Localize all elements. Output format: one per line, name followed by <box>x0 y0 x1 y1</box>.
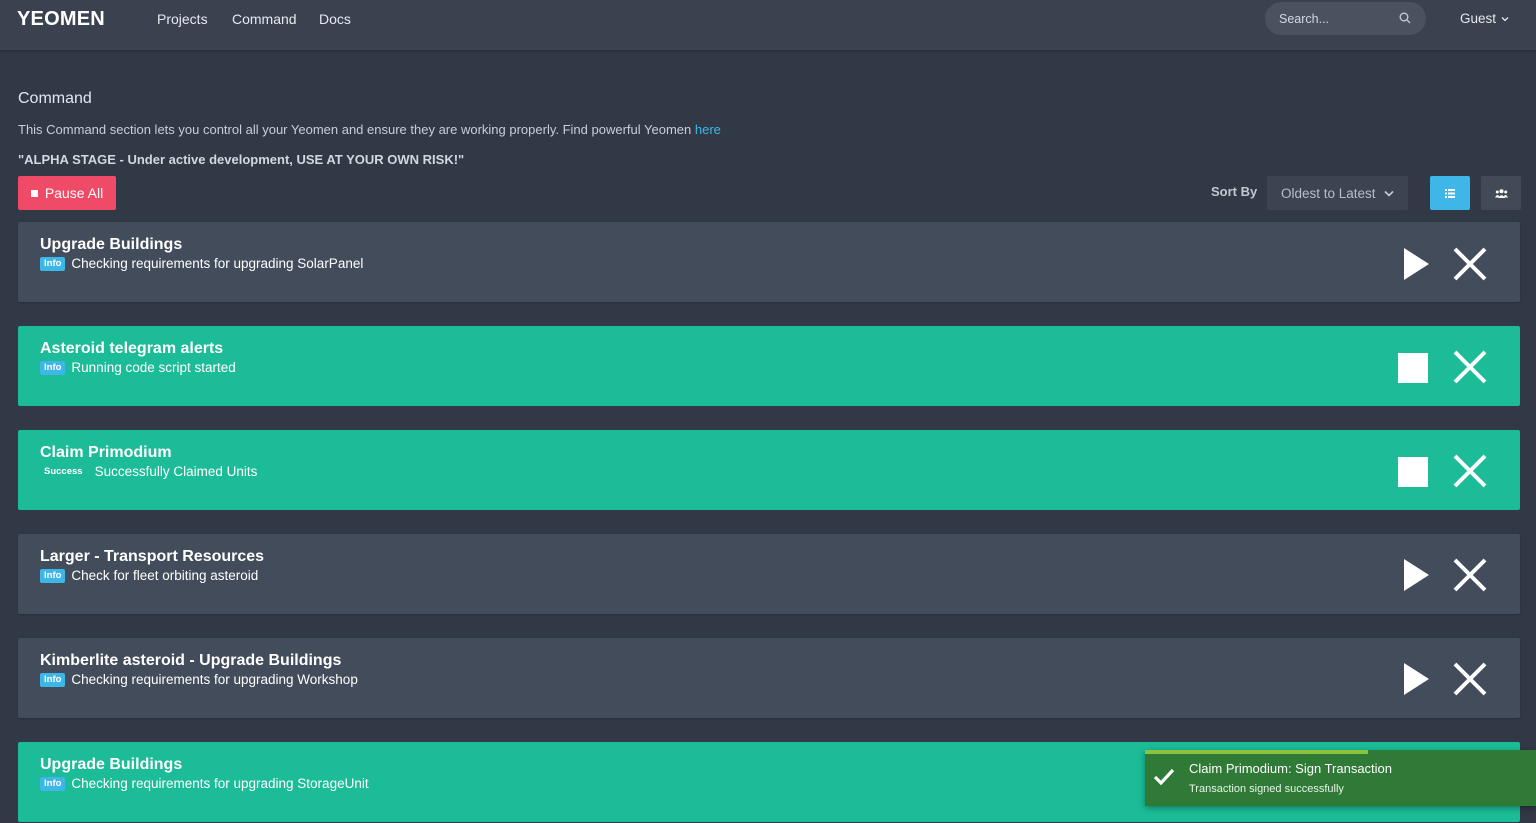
here-link[interactable]: here <box>695 122 721 137</box>
chevron-down-icon <box>1501 16 1509 21</box>
sort-by-select[interactable]: Oldest to Latest <box>1267 176 1408 210</box>
task-status: Info Checking requirements for upgrading… <box>40 256 363 271</box>
task-status: Info Checking requirements for upgrading… <box>40 672 358 687</box>
play-icon[interactable] <box>1402 558 1430 592</box>
nav-link-docs[interactable]: Docs <box>319 11 351 27</box>
task-card: Larger - Transport Resources Info Check … <box>18 534 1520 614</box>
task-card: Claim Primodium Success Successfully Cla… <box>18 430 1520 510</box>
task-name: Larger - Transport Resources <box>40 548 265 565</box>
play-icon[interactable] <box>1402 662 1430 696</box>
description-text: This Command section lets you control al… <box>18 122 695 137</box>
sort-by-label: Sort By <box>1211 184 1258 199</box>
task-name: Upgrade Buildings <box>40 236 183 253</box>
task-status: Info Running code script started <box>40 360 236 375</box>
close-icon[interactable] <box>1452 349 1488 385</box>
stop-icon[interactable] <box>1398 353 1428 383</box>
task-name: Claim Primodium <box>40 444 172 461</box>
task-message: Checking requirements for upgrading Stor… <box>71 776 369 791</box>
search-input[interactable] <box>1279 2 1399 35</box>
task-message: Successfully Claimed Units <box>94 464 258 479</box>
task-message: Running code script started <box>71 360 236 375</box>
task-message: Checking requirements for upgrading Work… <box>71 672 358 687</box>
task-name: Asteroid telegram alerts <box>40 340 224 357</box>
status-badge: Info <box>40 776 66 791</box>
pause-all-button[interactable]: Pause All <box>18 176 116 210</box>
page-description: This Command section lets you control al… <box>18 122 721 137</box>
task-name: Upgrade Buildings <box>40 756 183 773</box>
toast-message: Transaction signed successfully <box>1189 783 1344 795</box>
task-card: Kimberlite asteroid - Upgrade Buildings … <box>18 638 1520 718</box>
group-view-icon <box>1494 188 1508 198</box>
stop-icon[interactable] <box>1398 457 1428 487</box>
status-badge: Info <box>40 256 66 271</box>
status-badge: Info <box>40 360 66 375</box>
toast-title: Claim Primodium: Sign Transaction <box>1189 761 1393 776</box>
toast-progress-bar <box>1145 750 1368 754</box>
alpha-warning: "ALPHA STAGE - Under active development,… <box>18 152 465 167</box>
search-icon[interactable] <box>1399 12 1411 24</box>
status-badge: Info <box>40 672 66 687</box>
page-title: Command <box>18 90 92 107</box>
task-card: Asteroid telegram alerts Info Running co… <box>18 326 1520 406</box>
close-icon[interactable] <box>1452 453 1488 489</box>
user-name: Guest <box>1460 11 1497 26</box>
close-icon[interactable] <box>1452 246 1488 282</box>
top-navbar: YEOMEN Projects Command Docs Guest <box>0 0 1536 50</box>
user-menu[interactable]: Guest <box>1460 11 1509 26</box>
task-name: Kimberlite asteroid - Upgrade Buildings <box>40 652 342 669</box>
nav-link-command[interactable]: Command <box>232 11 297 27</box>
toast-notification[interactable]: Claim Primodium: Sign Transaction Transa… <box>1145 750 1536 806</box>
task-status: Info Checking requirements for upgrading… <box>40 776 369 791</box>
list-view-button[interactable] <box>1430 176 1470 210</box>
nav-link-projects[interactable]: Projects <box>157 11 208 27</box>
stop-icon <box>30 189 38 197</box>
list-view-icon <box>1445 188 1455 198</box>
task-message: Check for fleet orbiting asteroid <box>71 568 259 583</box>
task-card: Upgrade Buildings Info Checking requirem… <box>18 222 1520 302</box>
play-icon[interactable] <box>1402 247 1430 281</box>
task-status: Success Successfully Claimed Units <box>40 464 257 479</box>
check-icon <box>1153 768 1175 786</box>
group-view-button[interactable] <box>1481 176 1521 210</box>
chevron-down-icon <box>1383 190 1394 197</box>
pause-all-label: Pause All <box>44 185 104 201</box>
sort-by-value: Oldest to Latest <box>1281 185 1376 201</box>
status-badge: Success <box>44 465 83 477</box>
status-badge: Info <box>40 568 66 583</box>
task-message: Checking requirements for upgrading Sola… <box>71 256 364 271</box>
close-icon[interactable] <box>1452 557 1488 593</box>
brand-logo[interactable]: YEOMEN <box>17 8 105 31</box>
close-icon[interactable] <box>1452 661 1488 697</box>
task-status: Info Check for fleet orbiting asteroid <box>40 568 258 583</box>
